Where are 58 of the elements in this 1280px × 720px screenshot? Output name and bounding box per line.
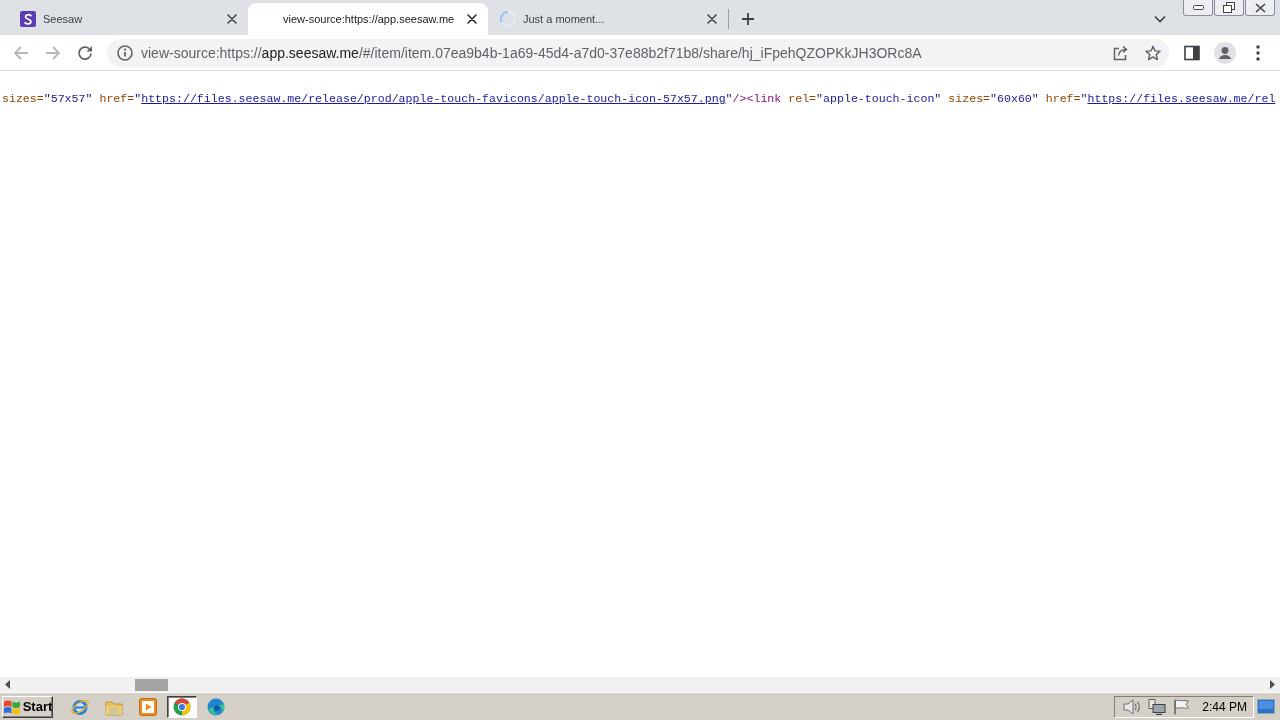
- attribute-value: "57x57": [43, 92, 93, 105]
- share-icon: [1113, 44, 1129, 61]
- close-icon: [227, 14, 237, 24]
- horizontal-scrollbar[interactable]: [0, 677, 1280, 692]
- close-tab-button[interactable]: [704, 11, 720, 27]
- close-window-button[interactable]: [1245, 0, 1275, 16]
- attribute-name: rel=: [788, 92, 817, 105]
- close-tab-button[interactable]: [464, 11, 480, 27]
- browser-tab[interactable]: Just a moment...: [488, 3, 728, 35]
- speaker-icon[interactable]: [1123, 698, 1142, 715]
- attribute-value: ": [1080, 92, 1088, 105]
- attribute-name: sizes=: [948, 92, 991, 105]
- attribute-name: href=: [1045, 92, 1081, 105]
- network-icon[interactable]: [1148, 698, 1167, 715]
- avatar-icon: [1214, 41, 1236, 64]
- browser-tab[interactable]: Seesaw: [8, 3, 248, 35]
- reload-icon: [77, 44, 93, 61]
- clock-time: 2:44 PM: [1202, 699, 1247, 714]
- start-button[interactable]: Start: [2, 695, 53, 718]
- browser-tab[interactable]: view-source:https://app.seesaw.me: [248, 3, 488, 35]
- attribute-value: ": [725, 92, 733, 105]
- restore-button[interactable]: [1214, 0, 1244, 16]
- address-bar[interactable]: view-source:https://app.seesaw.me/#/item/item.07ea9b4b-1a69-45d4-a7d0-37e88b2f71b8/share/hj_iFpehQZOPKkJH3ORc8A: [107, 38, 1169, 67]
- kebab-menu-icon: [1256, 44, 1260, 61]
- close-tab-button[interactable]: [224, 11, 240, 27]
- play-icon: [139, 697, 157, 716]
- swirl-icon: [207, 697, 225, 716]
- html-tag: /><link: [732, 92, 782, 105]
- link[interactable]: https://files.seesaw.me/rel: [1087, 92, 1276, 105]
- close-icon: [467, 14, 477, 24]
- info-icon[interactable]: [117, 44, 133, 61]
- triangle-right-icon: [1270, 680, 1275, 689]
- attribute-value: "60x60": [990, 92, 1039, 105]
- side-panel-icon: [1184, 44, 1200, 61]
- minimize-icon: [1192, 5, 1204, 10]
- scrollbar-thumb[interactable]: [135, 678, 168, 691]
- flag-icon[interactable]: [1173, 698, 1192, 715]
- attribute-name: sizes=: [2, 92, 44, 105]
- logo-icon: [20, 11, 36, 27]
- minimize-button[interactable]: [1183, 0, 1213, 16]
- url-text: view-source:https://app.seesaw.me/#/item/item.07ea9b4b-1a69-45d4-a7d0-37e88b2f71b8/share/hj_iFpehQZOPKkJH3ORc8A: [141, 44, 922, 61]
- triangle-left-icon: [5, 680, 10, 689]
- close-icon: [1254, 2, 1266, 13]
- arrow-left-icon: [13, 44, 29, 61]
- chevron-down-icon: [1154, 15, 1166, 23]
- four-color-flag-icon: [2, 698, 21, 715]
- spinner-icon: [500, 11, 516, 27]
- link[interactable]: https://files.seesaw.me/release/prod/apple-touch-favicons/apple-touch-icon-57x57.png: [141, 92, 726, 105]
- close-icon: [707, 14, 717, 24]
- attribute-value: "apple-touch-icon": [816, 92, 942, 105]
- attribute-name: href=: [99, 92, 135, 105]
- restore-icon: [1223, 2, 1235, 13]
- arrow-right-icon: [45, 44, 61, 61]
- tricolor-circle-icon: [173, 697, 191, 716]
- star-icon: [1145, 44, 1161, 61]
- attribute-value: ": [134, 92, 142, 105]
- plus-icon: [741, 12, 755, 26]
- taskbar-button[interactable]: [167, 695, 197, 718]
